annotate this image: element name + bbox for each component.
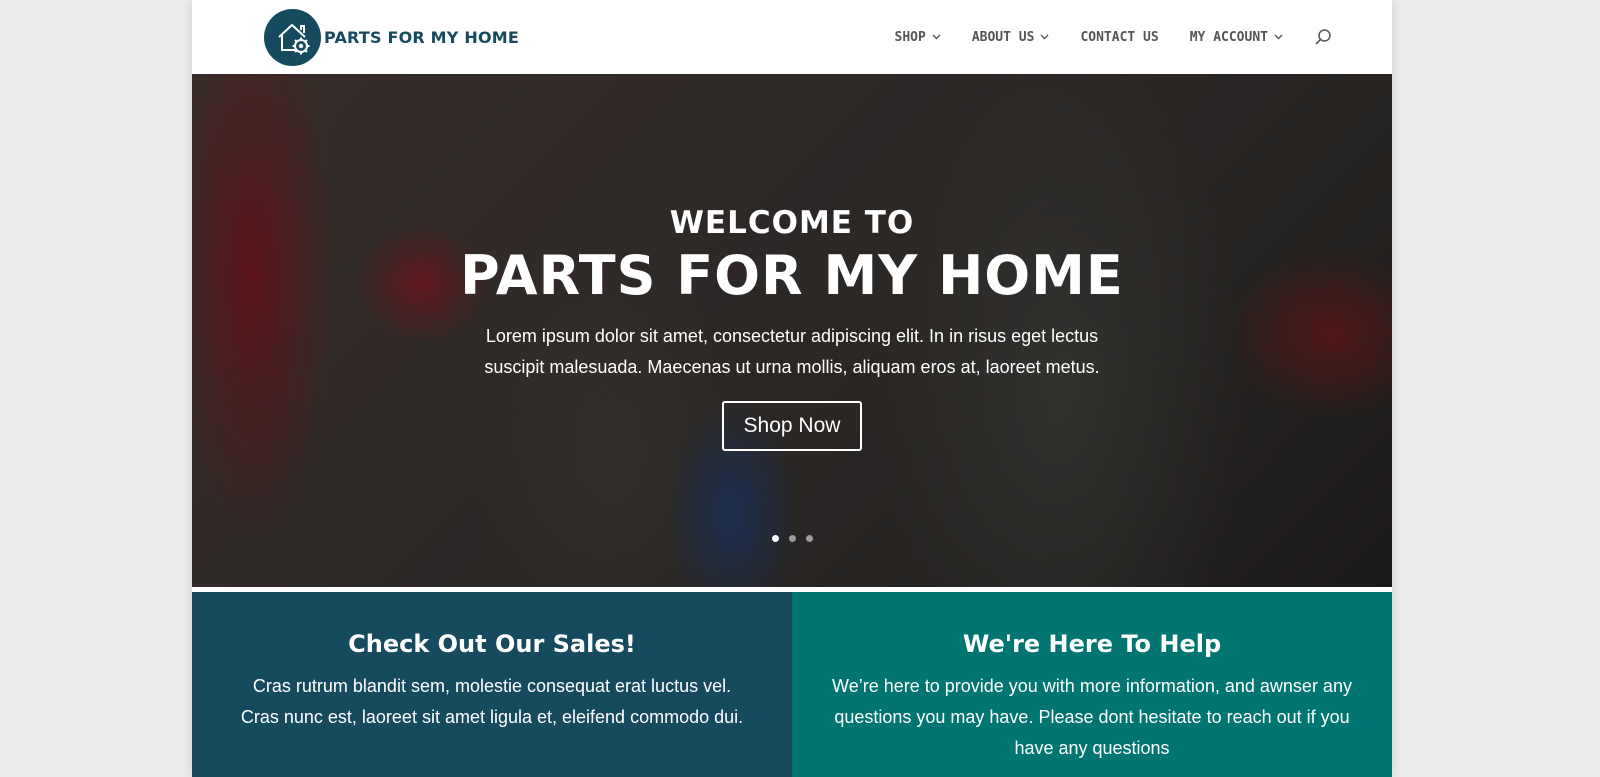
hero-content: WELCOME TO PARTS FOR MY HOME Lorem ipsum… [192,74,1392,587]
page-container: PARTS FOR MY HOME SHOP ABOUT US CONTACT … [192,0,1392,777]
promo-text: We’re here to provide you with more info… [832,676,1352,758]
nav-item-shop[interactable]: SHOP [895,30,941,45]
hero-text: Lorem ipsum dolor sit amet, consectetur … [484,326,1100,377]
nav-item-label: MY ACCOUNT [1189,29,1268,45]
slider-dot[interactable] [788,535,796,542]
search-icon[interactable] [1314,28,1332,46]
sales-promo: Check Out Our Sales! Cras rutrum blandit… [192,592,792,777]
house-gear-icon [264,9,321,66]
nav-item-about-us[interactable]: ABOUT US [972,30,1050,45]
logo[interactable]: PARTS FOR MY HOME [264,9,519,66]
help-promo: We're Here To Help We’re here to provide… [792,592,1392,777]
slider-dots [192,535,1392,542]
main-nav: SHOP ABOUT US CONTACT US MY ACCOUNT [895,0,1333,74]
nav-item-label: ABOUT US [971,29,1035,45]
chevron-down-icon [932,34,941,40]
nav-item-label: SHOP [894,29,926,45]
slider-dot[interactable] [771,535,779,542]
promo-text: Cras rutrum blandit sem, molestie conseq… [240,676,744,727]
nav-item-contact-us[interactable]: CONTACT US [1080,30,1158,45]
site-header: PARTS FOR MY HOME SHOP ABOUT US CONTACT … [192,0,1392,74]
hero-slider: WELCOME TO PARTS FOR MY HOME Lorem ipsum… [192,74,1392,587]
shop-now-button[interactable]: Shop Now [722,401,862,451]
promo-title: We're Here To Help [962,630,1222,658]
chevron-down-icon [1274,34,1283,40]
promo-title: Check Out Our Sales! [348,630,636,658]
hero-eyebrow: WELCOME TO [669,205,915,241]
nav-item-label: CONTACT US [1080,29,1159,45]
slider-dot[interactable] [805,535,813,542]
nav-item-my-account[interactable]: MY ACCOUNT [1190,30,1283,45]
logo-text: PARTS FOR MY HOME [324,28,519,47]
hero-title: PARTS FOR MY HOME [460,244,1124,307]
chevron-down-icon [1040,34,1049,40]
